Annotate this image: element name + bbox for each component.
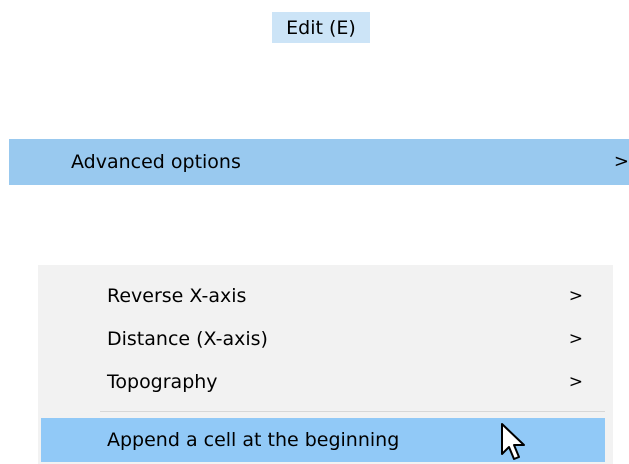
menu-item-distance-x-axis[interactable]: Distance (X-axis) > [38,318,613,361]
menu-separator [100,411,605,412]
mouse-pointer-icon [501,423,525,460]
menu-item-reverse-x-axis[interactable]: Reverse X-axis > [38,275,613,318]
edit-menu-label: Edit (E) [286,16,356,39]
edit-menu[interactable]: Edit (E) [272,12,370,43]
menu-item-topography[interactable]: Topography > [38,361,613,404]
advanced-options-label: Advanced options [71,151,241,173]
menu-item-label: Append a cell at the beginning [107,429,400,451]
chevron-right-icon: > [568,372,583,392]
advanced-options-menu-item[interactable]: Advanced options > [9,139,629,185]
menu-item-label: Topography [107,371,218,393]
chevron-right-icon: > [568,329,583,349]
menu-item-label: Reverse X-axis [107,285,247,307]
menu-item-label: Distance (X-axis) [107,328,268,350]
chevron-right-icon: > [613,151,629,172]
chevron-right-icon: > [568,286,583,306]
